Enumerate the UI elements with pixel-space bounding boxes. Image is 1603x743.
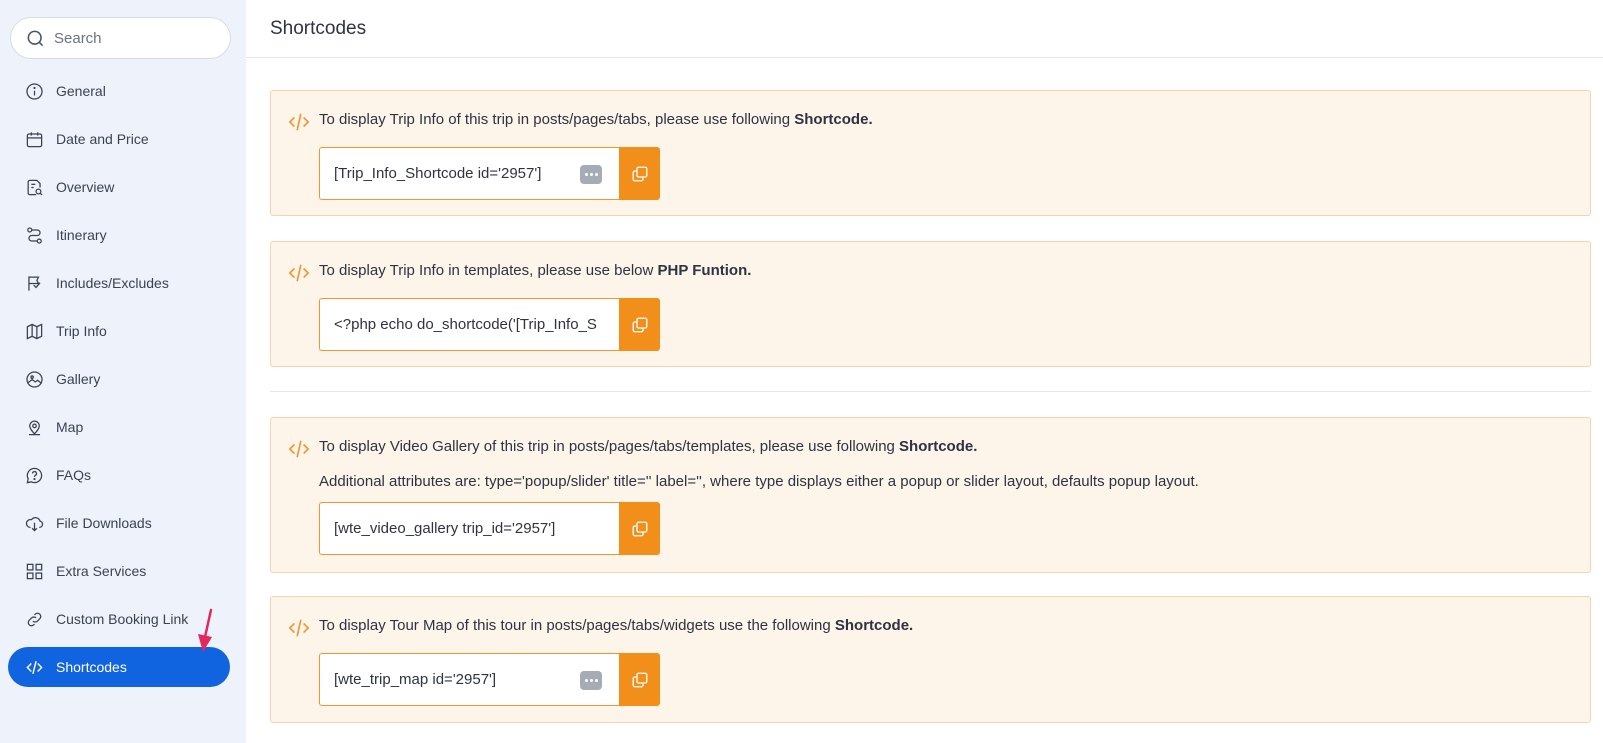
main-content: Shortcodes To display Trip Info of this … [246, 0, 1603, 743]
page-header: Shortcodes [246, 0, 1603, 58]
shortcode-field: [Trip_Info_Shortcode id='2957'] [319, 147, 665, 200]
sidebar-item-label: Date and Price [56, 131, 149, 147]
shortcode-field: [wte_video_gallery trip_id='2957'] [319, 502, 665, 555]
flag-icon [24, 273, 44, 293]
sidebar-item-label: Overview [56, 179, 115, 195]
code-icon [287, 262, 311, 289]
map-pin-icon [24, 417, 44, 437]
code-icon [287, 111, 311, 138]
map-icon [24, 321, 44, 341]
shortcode-card-video-gallery: To display Video Gallery of this trip in… [270, 417, 1591, 573]
code-icon [24, 657, 44, 677]
sidebar-item-label: FAQs [56, 467, 92, 483]
sidebar-item-label: Shortcodes [56, 659, 127, 675]
search-box[interactable] [10, 17, 231, 59]
route-icon [24, 225, 44, 245]
copy-button[interactable] [619, 502, 660, 555]
sidebar-item-date-and-price[interactable]: Date and Price [8, 119, 230, 159]
sidebar-item-label: Map [56, 419, 84, 435]
sidebar-item-includes-excludes[interactable]: Includes/Excludes [8, 263, 230, 303]
shortcode-value[interactable]: [wte_video_gallery trip_id='2957'] [319, 502, 619, 555]
calendar-icon [24, 129, 44, 149]
sidebar-item-faqs[interactable]: FAQs [8, 455, 230, 495]
link-icon [24, 609, 44, 629]
shortcode-field: [wte_trip_map id='2957'] [319, 653, 665, 706]
sidebar-item-extra-services[interactable]: Extra Services [8, 551, 230, 591]
copy-button[interactable] [619, 298, 660, 351]
shortcode-value[interactable]: [Trip_Info_Shortcode id='2957'] [319, 147, 619, 200]
sidebar-item-label: Extra Services [56, 563, 147, 579]
copy-button[interactable] [619, 653, 660, 706]
sidebar-item-label: Custom Booking Link [56, 611, 189, 627]
help-icon [24, 465, 44, 485]
shortcode-field: <?php echo do_shortcode('[Trip_Info_S [319, 298, 665, 351]
sidebar-item-label: Trip Info [56, 323, 107, 339]
code-icon [287, 438, 311, 465]
shortcode-value[interactable]: [wte_trip_map id='2957'] [319, 653, 619, 706]
download-icon [24, 513, 44, 533]
copy-icon [632, 317, 647, 332]
card-subtext: Additional attributes are: type='popup/s… [319, 473, 1199, 490]
card-description: To display Trip Info of this trip in pos… [319, 111, 873, 128]
sidebar-item-label: General [56, 83, 106, 99]
sidebar-item-gallery[interactable]: Gallery [8, 359, 230, 399]
sidebar-item-file-downloads[interactable]: File Downloads [8, 503, 230, 543]
card-description: To display Video Gallery of this trip in… [319, 438, 978, 455]
page-title: Shortcodes [270, 17, 367, 39]
search-icon [27, 30, 44, 46]
shortcode-card-trip-info: To display Trip Info of this trip in pos… [270, 90, 1591, 216]
document-search-icon [24, 177, 44, 197]
sidebar-item-general[interactable]: General [8, 71, 230, 111]
card-description: To display Tour Map of this tour in post… [319, 617, 914, 634]
sidebar-item-label: Includes/Excludes [56, 275, 169, 291]
shortcode-value[interactable]: <?php echo do_shortcode('[Trip_Info_S [319, 298, 619, 351]
more-icon[interactable] [580, 165, 602, 184]
code-icon [287, 617, 311, 644]
copy-icon [632, 672, 647, 687]
copy-icon [632, 521, 647, 536]
sidebar-item-overview[interactable]: Overview [8, 167, 230, 207]
shortcode-card-tour-map: To display Tour Map of this tour in post… [270, 596, 1591, 723]
sidebar-item-itinerary[interactable]: Itinerary [8, 215, 230, 255]
shortcode-card-php-function: To display Trip Info in templates, pleas… [270, 241, 1591, 367]
more-icon[interactable] [580, 671, 602, 690]
card-description: To display Trip Info in templates, pleas… [319, 262, 752, 279]
section-divider [270, 391, 1591, 392]
sidebar-item-trip-info[interactable]: Trip Info [8, 311, 230, 351]
grid-icon [24, 561, 44, 581]
copy-button[interactable] [619, 147, 660, 200]
sidebar-item-label: File Downloads [56, 515, 152, 531]
sidebar-item-label: Itinerary [56, 227, 107, 243]
copy-icon [632, 166, 647, 181]
info-icon [24, 81, 44, 101]
pointer-arrow-icon [198, 608, 213, 652]
image-icon [24, 369, 44, 389]
search-input[interactable] [54, 29, 214, 47]
sidebar-item-label: Gallery [56, 371, 101, 387]
sidebar-item-map[interactable]: Map [8, 407, 230, 447]
sidebar: General Date and Price Overview Itinerar… [0, 0, 246, 743]
sidebar-nav: General Date and Price Overview Itinerar… [8, 71, 230, 695]
